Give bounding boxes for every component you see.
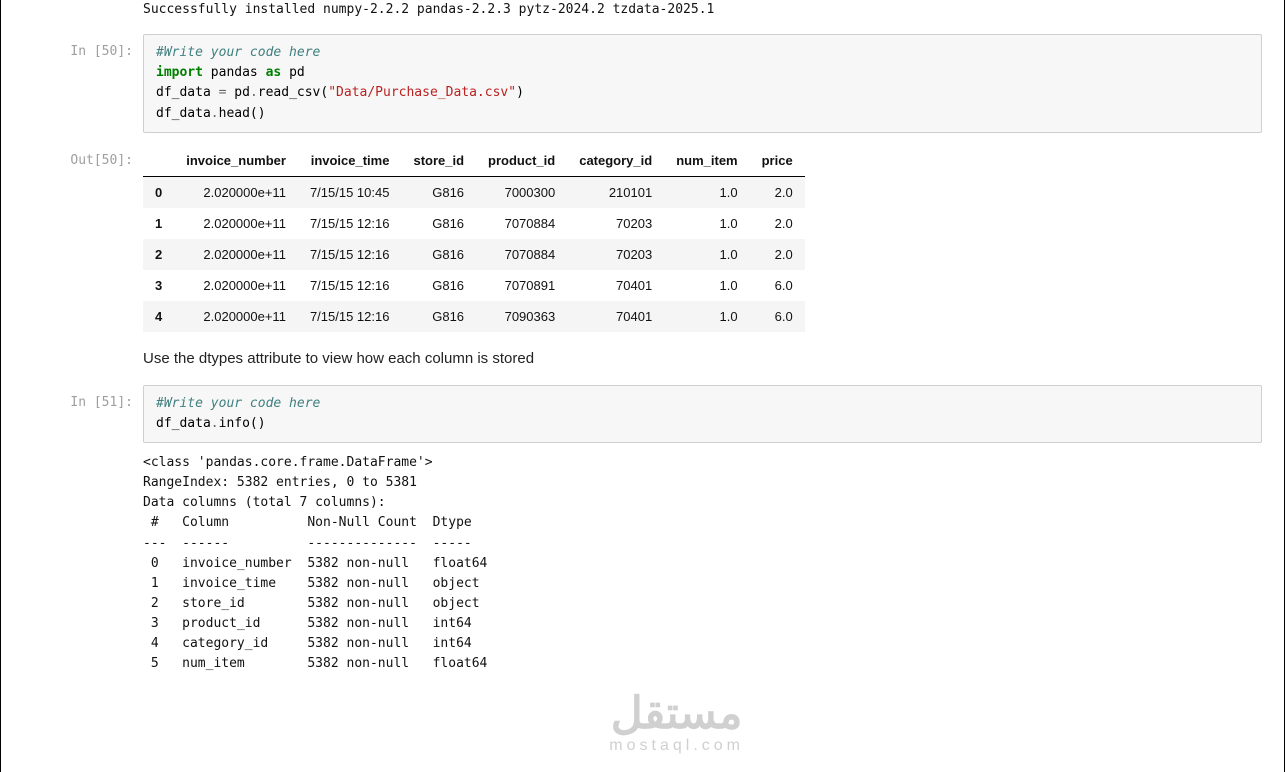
code-comment: #Write your code here bbox=[156, 396, 320, 411]
code-cell-51[interactable]: #Write your code here df_data.info() bbox=[143, 385, 1262, 443]
cell: 7/15/15 12:16 bbox=[298, 270, 402, 301]
row-index: 4 bbox=[143, 301, 174, 332]
cell: 1.0 bbox=[664, 208, 749, 239]
cell: 2.020000e+11 bbox=[174, 208, 298, 239]
cell: 7/15/15 12:16 bbox=[298, 239, 402, 270]
cell: 7090363 bbox=[476, 301, 567, 332]
watermark-arabic: مستقل bbox=[609, 692, 744, 736]
cell: G816 bbox=[401, 208, 476, 239]
pip-install-output: Successfully installed numpy-2.2.2 panda… bbox=[143, 0, 1262, 28]
cell: 1.0 bbox=[664, 176, 749, 208]
code-comment: #Write your code here bbox=[156, 45, 320, 60]
row-index: 3 bbox=[143, 270, 174, 301]
cell: 1.0 bbox=[664, 239, 749, 270]
cell: G816 bbox=[401, 270, 476, 301]
cell: G816 bbox=[401, 176, 476, 208]
cell: 70401 bbox=[567, 270, 664, 301]
cell: 210101 bbox=[567, 176, 664, 208]
kw-as: as bbox=[266, 65, 282, 80]
cell: 6.0 bbox=[750, 301, 805, 332]
row-index: 1 bbox=[143, 208, 174, 239]
table-row: 4 2.020000e+11 7/15/15 12:16 G816 709036… bbox=[143, 301, 805, 332]
cell: 7070884 bbox=[476, 208, 567, 239]
watermark: مستقل mostaql.com bbox=[609, 692, 744, 754]
cell: 7/15/15 12:16 bbox=[298, 301, 402, 332]
kw-import: import bbox=[156, 65, 203, 80]
cell: G816 bbox=[401, 301, 476, 332]
info-output: <class 'pandas.core.frame.DataFrame'> Ra… bbox=[143, 453, 1262, 683]
table-row: 0 2.020000e+11 7/15/15 10:45 G816 700030… bbox=[143, 176, 805, 208]
cell: 6.0 bbox=[750, 270, 805, 301]
cell: 2.020000e+11 bbox=[174, 176, 298, 208]
table-row: 2 2.020000e+11 7/15/15 12:16 G816 707088… bbox=[143, 239, 805, 270]
cell: 1.0 bbox=[664, 301, 749, 332]
cell: 70401 bbox=[567, 301, 664, 332]
prompt-in-50: In [50]: bbox=[70, 44, 133, 59]
code-cell-50[interactable]: #Write your code here import pandas as p… bbox=[143, 34, 1262, 133]
cell: 2.0 bbox=[750, 208, 805, 239]
cell: 2.0 bbox=[750, 239, 805, 270]
dataframe-output: invoice_number invoice_time store_id pro… bbox=[143, 145, 805, 332]
col-header: category_id bbox=[567, 145, 664, 177]
cell: 2.0 bbox=[750, 176, 805, 208]
cell: 2.020000e+11 bbox=[174, 301, 298, 332]
cell: G816 bbox=[401, 239, 476, 270]
cell: 2.020000e+11 bbox=[174, 270, 298, 301]
prompt-in-51: In [51]: bbox=[70, 395, 133, 410]
table-corner bbox=[143, 145, 174, 177]
cell: 1.0 bbox=[664, 270, 749, 301]
cell: 70203 bbox=[567, 239, 664, 270]
col-header: price bbox=[750, 145, 805, 177]
col-header: invoice_number bbox=[174, 145, 298, 177]
cell: 70203 bbox=[567, 208, 664, 239]
col-header: product_id bbox=[476, 145, 567, 177]
col-header: invoice_time bbox=[298, 145, 402, 177]
col-header: num_item bbox=[664, 145, 749, 177]
cell: 7/15/15 12:16 bbox=[298, 208, 402, 239]
prompt-out-50: Out[50]: bbox=[70, 153, 133, 168]
cell: 7000300 bbox=[476, 176, 567, 208]
row-index: 0 bbox=[143, 176, 174, 208]
cell: 7070891 bbox=[476, 270, 567, 301]
cell: 7070884 bbox=[476, 239, 567, 270]
table-row: 3 2.020000e+11 7/15/15 12:16 G816 707089… bbox=[143, 270, 805, 301]
watermark-latin: mostaql.com bbox=[609, 738, 744, 754]
table-row: 1 2.020000e+11 7/15/15 12:16 G816 707088… bbox=[143, 208, 805, 239]
col-header: store_id bbox=[401, 145, 476, 177]
markdown-text: Use the dtypes attribute to view how eac… bbox=[143, 332, 1262, 379]
cell: 7/15/15 10:45 bbox=[298, 176, 402, 208]
row-index: 2 bbox=[143, 239, 174, 270]
cell: 2.020000e+11 bbox=[174, 239, 298, 270]
